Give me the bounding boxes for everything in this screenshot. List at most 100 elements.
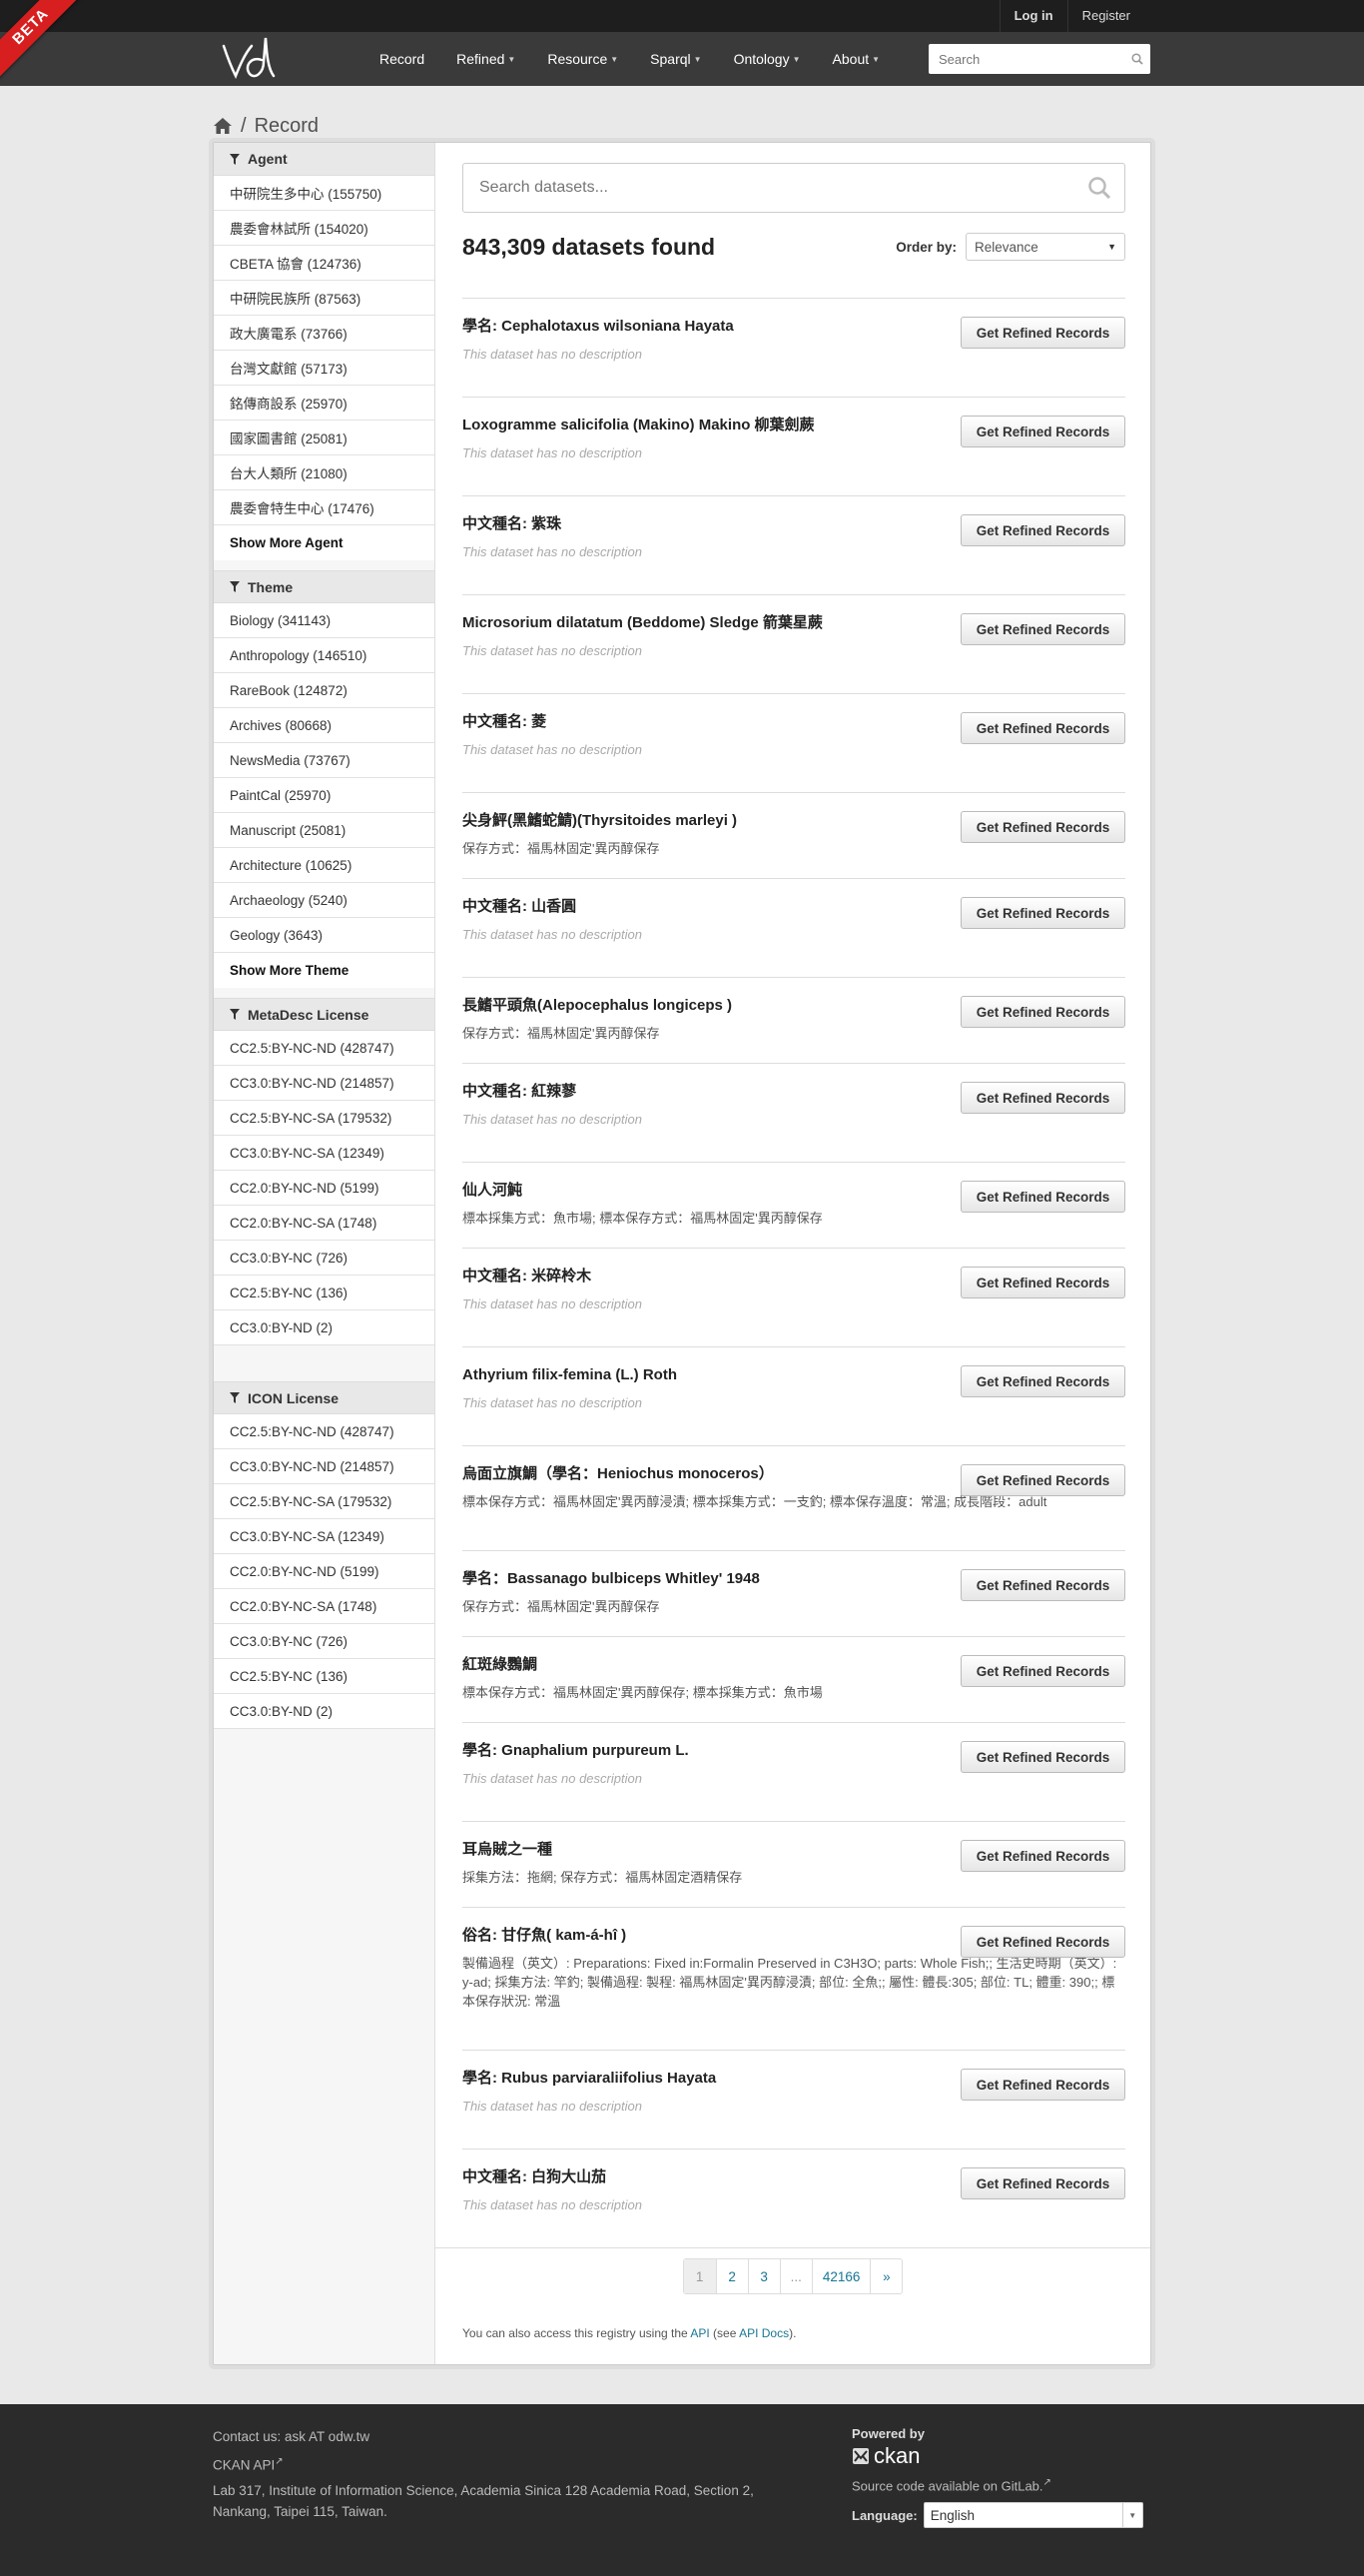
get-refined-records-button[interactable]: Get Refined Records bbox=[961, 416, 1125, 447]
facet-item[interactable]: 農委會特生中心 (17476) bbox=[214, 490, 434, 525]
dataset-title[interactable]: 中文種名: 米碎柃木 bbox=[462, 1267, 942, 1287]
facet-item[interactable]: CC3.0:BY-NC (726) bbox=[214, 1241, 434, 1276]
get-refined-records-button[interactable]: Get Refined Records bbox=[961, 1181, 1125, 1213]
facet-item[interactable]: 國家圖書館 (25081) bbox=[214, 421, 434, 455]
get-refined-records-button[interactable]: Get Refined Records bbox=[961, 1926, 1125, 1958]
get-refined-records-button[interactable]: Get Refined Records bbox=[961, 613, 1125, 645]
get-refined-records-button[interactable]: Get Refined Records bbox=[961, 811, 1125, 843]
facet-item[interactable]: 台灣文獻館 (57173) bbox=[214, 351, 434, 386]
language-select[interactable]: English ▼ bbox=[923, 2502, 1143, 2529]
page-42166[interactable]: 42166 bbox=[811, 2259, 871, 2293]
dataset-title[interactable]: 中文種名: 山香圓 bbox=[462, 897, 942, 917]
get-refined-records-button[interactable]: Get Refined Records bbox=[961, 1741, 1125, 1773]
page-3[interactable]: 3 bbox=[747, 2259, 780, 2293]
get-refined-records-button[interactable]: Get Refined Records bbox=[961, 712, 1125, 744]
facet-item[interactable]: CC3.0:BY-NC-ND (214857) bbox=[214, 1066, 434, 1101]
dataset-title[interactable]: 中文種名: 白狗大山茄 bbox=[462, 2167, 942, 2187]
get-refined-records-button[interactable]: Get Refined Records bbox=[961, 2069, 1125, 2101]
dataset-title[interactable]: 烏面立旗鯛（學名：Heniochus monoceros） bbox=[462, 1464, 942, 1484]
dataset-title[interactable]: 仙人河魨 bbox=[462, 1181, 942, 1201]
dataset-title[interactable]: 學名: Cephalotaxus wilsoniana Hayata bbox=[462, 317, 942, 337]
site-search-input[interactable] bbox=[929, 51, 1124, 67]
facet-item[interactable]: CC3.0:BY-NC-SA (12349) bbox=[214, 1136, 434, 1171]
dataset-title[interactable]: 學名：Bassanago bulbiceps Whitley' 1948 bbox=[462, 1569, 942, 1589]
facet-item[interactable]: CC3.0:BY-NC-ND (214857) bbox=[214, 1449, 434, 1484]
dataset-title[interactable]: Athyrium filix-femina (L.) Roth bbox=[462, 1365, 942, 1385]
dataset-title[interactable]: 中文種名: 紫珠 bbox=[462, 514, 942, 534]
facet-item[interactable]: CC2.5:BY-NC-ND (428747) bbox=[214, 1414, 434, 1449]
login-link[interactable]: Log in bbox=[999, 0, 1068, 32]
nav-item-resource[interactable]: Resource ▼ bbox=[547, 51, 618, 67]
facet-item[interactable]: CC3.0:BY-NC (726) bbox=[214, 1624, 434, 1659]
facet-item[interactable]: CC2.5:BY-NC-SA (179532) bbox=[214, 1484, 434, 1519]
facet-item[interactable]: 政大廣電系 (73766) bbox=[214, 316, 434, 351]
facet-item[interactable]: 台大人類所 (21080) bbox=[214, 455, 434, 490]
facet-item[interactable]: CC2.5:BY-NC (136) bbox=[214, 1276, 434, 1310]
facet-item[interactable]: CC2.0:BY-NC-ND (5199) bbox=[214, 1171, 434, 1206]
page-1[interactable]: 1 bbox=[683, 2259, 716, 2293]
facet-item[interactable]: CC3.0:BY-ND (2) bbox=[214, 1694, 434, 1729]
dataset-title[interactable]: 紅斑綠鸚鯛 bbox=[462, 1655, 942, 1675]
dataset-title[interactable]: 中文種名: 紅辣蓼 bbox=[462, 1082, 942, 1102]
ckan-logo[interactable]: ckan bbox=[852, 2443, 1151, 2469]
get-refined-records-button[interactable]: Get Refined Records bbox=[961, 317, 1125, 349]
facet-item[interactable]: 銘傳商設系 (25970) bbox=[214, 386, 434, 421]
facet-item[interactable]: CC2.0:BY-NC-ND (5199) bbox=[214, 1554, 434, 1589]
search-icon[interactable] bbox=[1074, 176, 1124, 200]
get-refined-records-button[interactable]: Get Refined Records bbox=[961, 1569, 1125, 1601]
search-icon[interactable] bbox=[1124, 53, 1150, 65]
dataset-title[interactable]: 尖身鮃(黑鰭蛇鯖)(Thyrsitoides marleyi ) bbox=[462, 811, 942, 831]
facet-item[interactable]: 中研院民族所 (87563) bbox=[214, 281, 434, 316]
facet-item[interactable]: Biology (341143) bbox=[214, 603, 434, 638]
get-refined-records-button[interactable]: Get Refined Records bbox=[961, 1840, 1125, 1872]
facet-item[interactable]: CC2.5:BY-NC (136) bbox=[214, 1659, 434, 1694]
dataset-title[interactable]: Microsorium dilatatum (Beddome) Sledge 箭… bbox=[462, 613, 942, 633]
facet-item[interactable]: CC3.0:BY-ND (2) bbox=[214, 1310, 434, 1345]
next-page-button[interactable]: » bbox=[870, 2259, 902, 2293]
get-refined-records-button[interactable]: Get Refined Records bbox=[961, 2167, 1125, 2199]
dataset-title[interactable]: 中文種名: 菱 bbox=[462, 712, 942, 732]
show-more-link[interactable]: Show More Agent bbox=[214, 525, 434, 560]
dataset-search-input[interactable] bbox=[463, 179, 1074, 197]
facet-item[interactable]: 中研院生多中心 (155750) bbox=[214, 176, 434, 211]
get-refined-records-button[interactable]: Get Refined Records bbox=[961, 1365, 1125, 1397]
api-docs-link[interactable]: API Docs bbox=[739, 2326, 789, 2340]
facet-item[interactable]: CBETA 協會 (124736) bbox=[214, 246, 434, 281]
nav-item-sparql[interactable]: Sparql ▼ bbox=[650, 51, 701, 67]
facet-item[interactable]: CC2.0:BY-NC-SA (1748) bbox=[214, 1589, 434, 1624]
facet-item[interactable]: CC3.0:BY-NC-SA (12349) bbox=[214, 1519, 434, 1554]
show-more-link[interactable]: Show More Theme bbox=[214, 953, 434, 988]
facet-item[interactable]: Anthropology (146510) bbox=[214, 638, 434, 673]
get-refined-records-button[interactable]: Get Refined Records bbox=[961, 1655, 1125, 1687]
get-refined-records-button[interactable]: Get Refined Records bbox=[961, 1082, 1125, 1114]
get-refined-records-button[interactable]: Get Refined Records bbox=[961, 1464, 1125, 1496]
dataset-title[interactable]: Loxogramme salicifolia (Makino) Makino 柳… bbox=[462, 416, 942, 435]
facet-item[interactable]: CC2.5:BY-NC-SA (179532) bbox=[214, 1101, 434, 1136]
home-icon[interactable] bbox=[213, 117, 233, 135]
facet-item[interactable]: CC2.5:BY-NC-ND (428747) bbox=[214, 1031, 434, 1066]
order-by-select[interactable]: Relevance ▼ bbox=[966, 233, 1125, 261]
facet-item[interactable]: RareBook (124872) bbox=[214, 673, 434, 708]
dataset-title[interactable]: 長鰭平頭魚(Alepocephalus longiceps ) bbox=[462, 996, 942, 1016]
register-link[interactable]: Register bbox=[1068, 0, 1144, 32]
facet-item[interactable]: Architecture (10625) bbox=[214, 848, 434, 883]
get-refined-records-button[interactable]: Get Refined Records bbox=[961, 897, 1125, 929]
site-logo[interactable] bbox=[218, 32, 280, 86]
get-refined-records-button[interactable]: Get Refined Records bbox=[961, 514, 1125, 546]
facet-item[interactable]: Archives (80668) bbox=[214, 708, 434, 743]
get-refined-records-button[interactable]: Get Refined Records bbox=[961, 996, 1125, 1028]
facet-item[interactable]: CC2.0:BY-NC-SA (1748) bbox=[214, 1206, 434, 1241]
nav-item-about[interactable]: About ▼ bbox=[833, 51, 881, 67]
facet-item[interactable]: Archaeology (5240) bbox=[214, 883, 434, 918]
dataset-title[interactable]: 耳烏賊之一種 bbox=[462, 1840, 942, 1860]
dataset-title[interactable]: 俗名: 甘仔魚( kam-á-hî ) bbox=[462, 1926, 942, 1946]
get-refined-records-button[interactable]: Get Refined Records bbox=[961, 1267, 1125, 1298]
dataset-title[interactable]: 學名: Rubus parviaraliifolius Hayata bbox=[462, 2069, 942, 2089]
facet-item[interactable]: Geology (3643) bbox=[214, 918, 434, 953]
facet-item[interactable]: Manuscript (25081) bbox=[214, 813, 434, 848]
nav-item-record[interactable]: Record bbox=[379, 51, 424, 67]
nav-item-refined[interactable]: Refined ▼ bbox=[456, 51, 515, 67]
page-2[interactable]: 2 bbox=[715, 2259, 748, 2293]
ckan-api-link[interactable]: CKAN API bbox=[213, 2458, 275, 2473]
dataset-title[interactable]: 學名: Gnaphalium purpureum L. bbox=[462, 1741, 942, 1761]
